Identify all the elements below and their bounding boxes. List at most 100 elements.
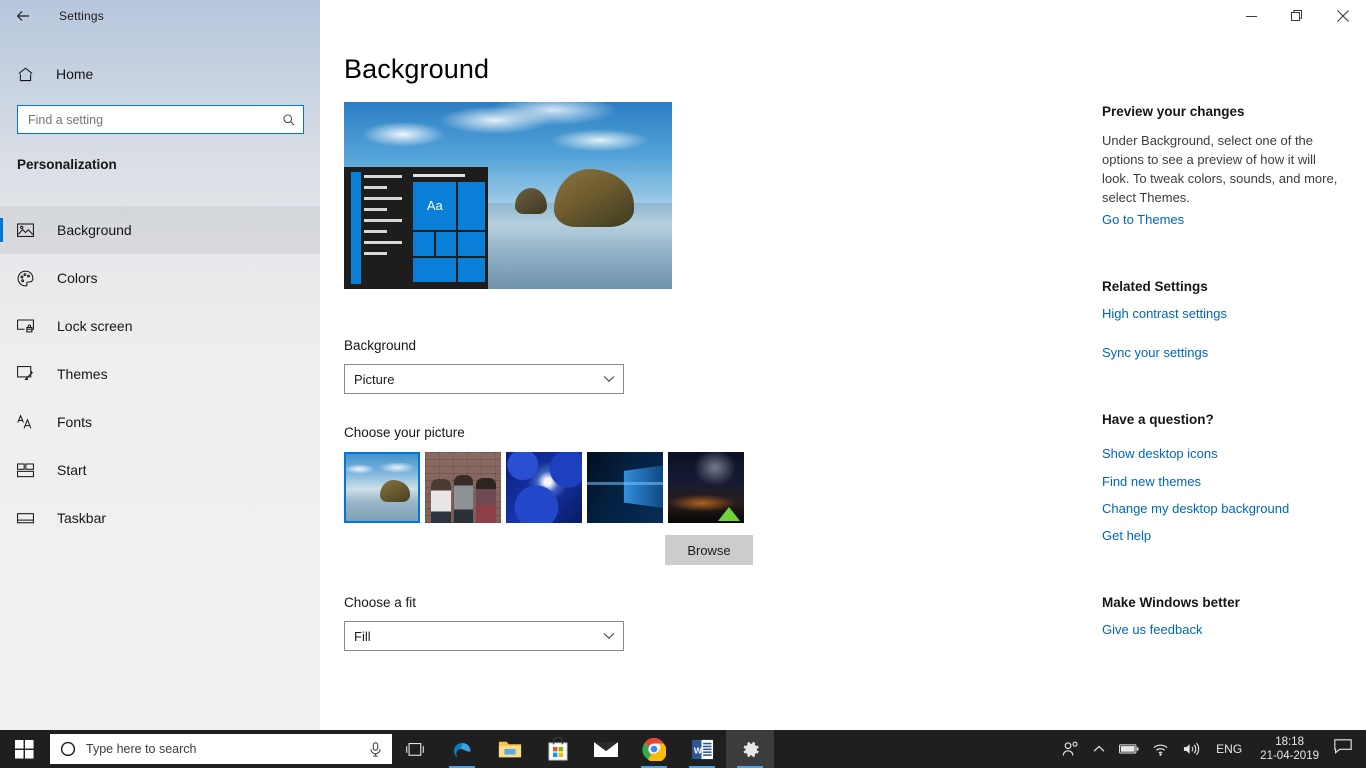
- thumbnail-beach[interactable]: [344, 452, 420, 523]
- taskbar-app-mail[interactable]: [582, 730, 630, 768]
- link-change-desktop-background[interactable]: Change my desktop background: [1102, 501, 1289, 516]
- minimize-button[interactable]: [1228, 0, 1274, 32]
- fit-value: Fill: [354, 628, 371, 644]
- sidebar-item-background[interactable]: Background: [0, 206, 320, 254]
- link-high-contrast-settings[interactable]: High contrast settings: [1102, 306, 1227, 321]
- preview-start-list: [364, 174, 402, 263]
- start-icon: [17, 460, 41, 480]
- thumbnail-night[interactable]: [668, 452, 744, 523]
- home-icon: [17, 66, 39, 83]
- sidebar-label-fonts: Fonts: [57, 414, 93, 430]
- task-view-icon[interactable]: [392, 730, 438, 768]
- preview-rock-small: [514, 188, 547, 215]
- close-button[interactable]: [1320, 0, 1366, 32]
- taskbar-icon: [17, 508, 41, 528]
- taskbar-app-file-explorer[interactable]: [486, 730, 534, 768]
- have-question-heading: Have a question?: [1102, 412, 1214, 427]
- sidebar-item-start[interactable]: Start: [0, 446, 320, 494]
- preview-tile-aa: Aa: [413, 182, 457, 230]
- action-center-icon[interactable]: [1328, 739, 1362, 759]
- search-icon[interactable]: [275, 113, 303, 127]
- taskbar-app-chrome[interactable]: [630, 730, 678, 768]
- sidebar-item-home[interactable]: Home: [0, 58, 320, 90]
- preview-start-rail: [351, 172, 362, 285]
- sidebar-item-themes[interactable]: Themes: [0, 350, 320, 398]
- thumbnail-people[interactable]: [425, 452, 501, 523]
- background-type-dropdown[interactable]: Picture: [344, 364, 624, 394]
- link-show-desktop-icons[interactable]: Show desktop icons: [1102, 446, 1218, 461]
- sidebar-label-taskbar: Taskbar: [57, 510, 107, 526]
- preview-tiles: Aa: [413, 182, 486, 282]
- picture-thumbnail-list: [344, 452, 744, 523]
- show-hidden-icons-icon[interactable]: [1086, 745, 1112, 753]
- palette-icon: [17, 268, 41, 288]
- search-input[interactable]: [18, 112, 275, 127]
- system-tray: ENG 18:18 21-04-2019: [1055, 730, 1366, 768]
- taskbar-app-store[interactable]: [534, 730, 582, 768]
- taskbar-search-box[interactable]: Type here to search: [50, 734, 392, 764]
- thumbnail-hero[interactable]: [587, 452, 663, 523]
- preview-tile-header: [413, 173, 466, 177]
- wifi-icon[interactable]: [1146, 743, 1176, 756]
- battery-icon[interactable]: [1112, 743, 1146, 755]
- restore-button[interactable]: [1274, 0, 1320, 32]
- sidebar-item-taskbar[interactable]: Taskbar: [0, 494, 320, 542]
- preview-tile-group: [413, 231, 457, 256]
- taskbar-app-word[interactable]: W: [678, 730, 726, 768]
- clock[interactable]: 18:18 21-04-2019: [1251, 735, 1328, 763]
- sidebar-label-background: Background: [57, 222, 132, 238]
- link-sync-your-settings[interactable]: Sync your settings: [1102, 345, 1208, 360]
- link-go-to-themes[interactable]: Go to Themes: [1102, 212, 1184, 227]
- taskbar-app-list: W: [438, 730, 774, 768]
- volume-icon[interactable]: [1176, 742, 1207, 756]
- background-label: Background: [344, 338, 417, 353]
- background-type-value: Picture: [354, 371, 395, 387]
- link-give-us-feedback[interactable]: Give us feedback: [1102, 622, 1202, 637]
- microphone-icon[interactable]: [358, 741, 392, 757]
- sidebar-item-fonts[interactable]: Fonts: [0, 398, 320, 446]
- thumbnail-spheres[interactable]: [506, 452, 582, 523]
- preview-changes-body: Under Background, select one of the opti…: [1102, 133, 1338, 205]
- chevron-down-icon: [595, 632, 623, 640]
- browse-button[interactable]: Browse: [665, 535, 753, 565]
- choose-picture-label: Choose your picture: [344, 425, 465, 440]
- search-setting-box[interactable]: [17, 105, 304, 134]
- people-icon[interactable]: [1055, 741, 1086, 757]
- desktop-preview: Aa: [344, 102, 672, 289]
- language-indicator[interactable]: ENG: [1207, 742, 1251, 756]
- sidebar-label-lock-screen: Lock screen: [57, 318, 133, 334]
- preview-tile: [458, 257, 486, 282]
- choose-fit-label: Choose a fit: [344, 595, 417, 610]
- sidebar-item-colors[interactable]: Colors: [0, 254, 320, 302]
- taskbar-app-edge[interactable]: [438, 730, 486, 768]
- fit-dropdown[interactable]: Fill: [344, 621, 624, 651]
- window-title: Settings: [59, 9, 104, 23]
- category-title: Personalization: [17, 157, 117, 172]
- lock-screen-icon: [17, 316, 41, 336]
- preview-tile: [458, 231, 486, 256]
- sidebar-label-themes: Themes: [57, 366, 108, 382]
- taskbar-search-placeholder: Type here to search: [86, 742, 197, 756]
- settings-app-window: Settings Home Find a setting Personaliza…: [0, 0, 1366, 768]
- link-find-new-themes[interactable]: Find new themes: [1102, 474, 1201, 489]
- preview-tile: [413, 257, 457, 282]
- make-windows-better-heading: Make Windows better: [1102, 595, 1240, 610]
- settings-window: Settings Home Find a setting Personaliza…: [0, 0, 1366, 730]
- windows-start-icon[interactable]: [0, 730, 48, 768]
- back-arrow-icon[interactable]: [0, 0, 46, 32]
- sidebar-item-lock-screen[interactable]: Lock screen: [0, 302, 320, 350]
- taskbar: Type here to search W ENG 18:18 21-04-20…: [0, 730, 1366, 768]
- link-get-help[interactable]: Get help: [1102, 528, 1151, 543]
- preview-tile: [458, 182, 486, 230]
- taskbar-app-settings[interactable]: [726, 730, 774, 768]
- sidebar-home-label: Home: [56, 66, 94, 82]
- sidebar-label-start: Start: [57, 462, 87, 478]
- clock-time: 18:18: [1275, 736, 1304, 748]
- related-settings-heading: Related Settings: [1102, 279, 1208, 294]
- cortana-circle-icon: [50, 741, 86, 757]
- page-title: Background: [344, 54, 490, 84]
- preview-changes-heading: Preview your changes: [1102, 104, 1245, 119]
- fonts-icon: [17, 412, 41, 432]
- title-bar: Settings: [0, 0, 1366, 32]
- preview-start-menu: Aa: [344, 167, 489, 289]
